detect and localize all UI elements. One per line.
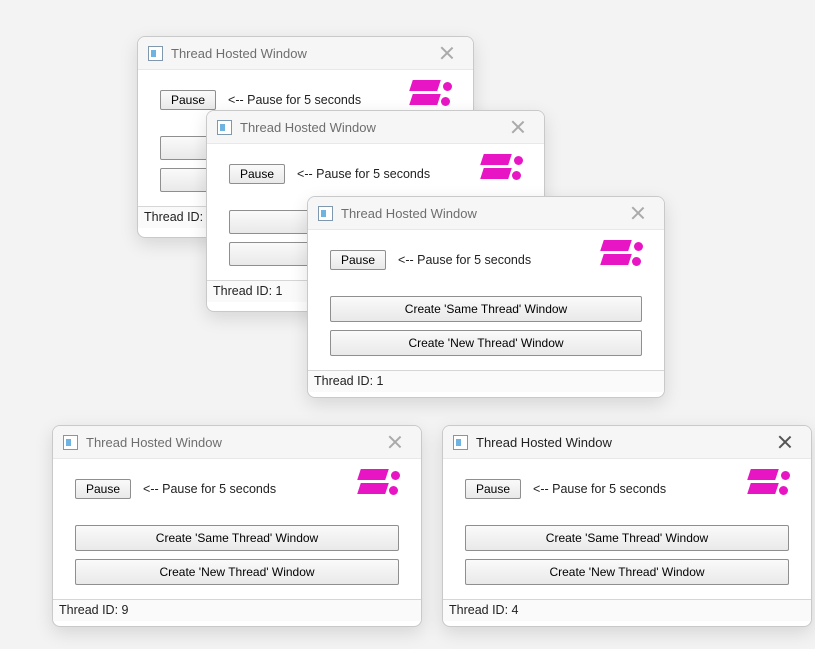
close-icon (511, 120, 525, 134)
app-logo (602, 240, 646, 280)
create-same-thread-button[interactable]: Create 'Same Thread' Window (75, 525, 399, 551)
pause-button[interactable]: Pause (229, 164, 285, 184)
pause-button[interactable]: Pause (160, 90, 216, 110)
close-button[interactable] (763, 428, 807, 456)
window: Thread Hosted Window Pause <-- Pause for… (442, 425, 812, 627)
close-icon (778, 435, 792, 449)
create-new-thread-button[interactable]: Create 'New Thread' Window (75, 559, 399, 585)
window-title: Thread Hosted Window (86, 435, 373, 450)
app-icon (318, 206, 333, 221)
titlebar[interactable]: Thread Hosted Window (207, 111, 544, 144)
create-same-thread-button[interactable]: Create 'Same Thread' Window (330, 296, 642, 322)
app-logo (359, 469, 403, 509)
pause-hint: <-- Pause for 5 seconds (228, 93, 361, 107)
status-thread-id: Thread ID: 9 (59, 603, 128, 617)
close-icon (631, 206, 645, 220)
window-title: Thread Hosted Window (476, 435, 763, 450)
pause-button[interactable]: Pause (75, 479, 131, 499)
titlebar[interactable]: Thread Hosted Window (308, 197, 664, 230)
close-button[interactable] (373, 428, 417, 456)
pause-button[interactable]: Pause (465, 479, 521, 499)
app-logo (749, 469, 793, 509)
close-icon (440, 46, 454, 60)
window-content: Pause <-- Pause for 5 seconds Create 'Sa… (443, 459, 811, 599)
create-new-thread-button[interactable]: Create 'New Thread' Window (330, 330, 642, 356)
pause-button[interactable]: Pause (330, 250, 386, 270)
create-new-thread-button[interactable]: Create 'New Thread' Window (465, 559, 789, 585)
close-button[interactable] (616, 199, 660, 227)
window-content: Pause <-- Pause for 5 seconds Create 'Sa… (308, 230, 664, 370)
pause-hint: <-- Pause for 5 seconds (398, 253, 531, 267)
pause-hint: <-- Pause for 5 seconds (143, 482, 276, 496)
window: Thread Hosted Window Pause <-- Pause for… (307, 196, 665, 398)
titlebar[interactable]: Thread Hosted Window (138, 37, 473, 70)
status-thread-id: Thread ID: 4 (449, 603, 518, 617)
titlebar[interactable]: Thread Hosted Window (53, 426, 421, 459)
create-same-thread-button[interactable]: Create 'Same Thread' Window (465, 525, 789, 551)
status-thread-id: Thread ID: 1 (213, 284, 282, 298)
app-icon (453, 435, 468, 450)
close-icon (388, 435, 402, 449)
statusbar: Thread ID: 1 (308, 370, 664, 392)
close-button[interactable] (496, 113, 540, 141)
window-content: Pause <-- Pause for 5 seconds Create 'Sa… (53, 459, 421, 599)
app-icon (148, 46, 163, 61)
app-logo (482, 154, 526, 194)
titlebar[interactable]: Thread Hosted Window (443, 426, 811, 459)
close-button[interactable] (425, 39, 469, 67)
window-title: Thread Hosted Window (240, 120, 496, 135)
window: Thread Hosted Window Pause <-- Pause for… (52, 425, 422, 627)
status-thread-id: Thread ID: 1 (144, 210, 213, 224)
window-title: Thread Hosted Window (171, 46, 425, 61)
status-thread-id: Thread ID: 1 (314, 374, 383, 388)
app-icon (217, 120, 232, 135)
pause-hint: <-- Pause for 5 seconds (297, 167, 430, 181)
pause-hint: <-- Pause for 5 seconds (533, 482, 666, 496)
app-icon (63, 435, 78, 450)
statusbar: Thread ID: 9 (53, 599, 421, 621)
statusbar: Thread ID: 4 (443, 599, 811, 621)
window-title: Thread Hosted Window (341, 206, 616, 221)
